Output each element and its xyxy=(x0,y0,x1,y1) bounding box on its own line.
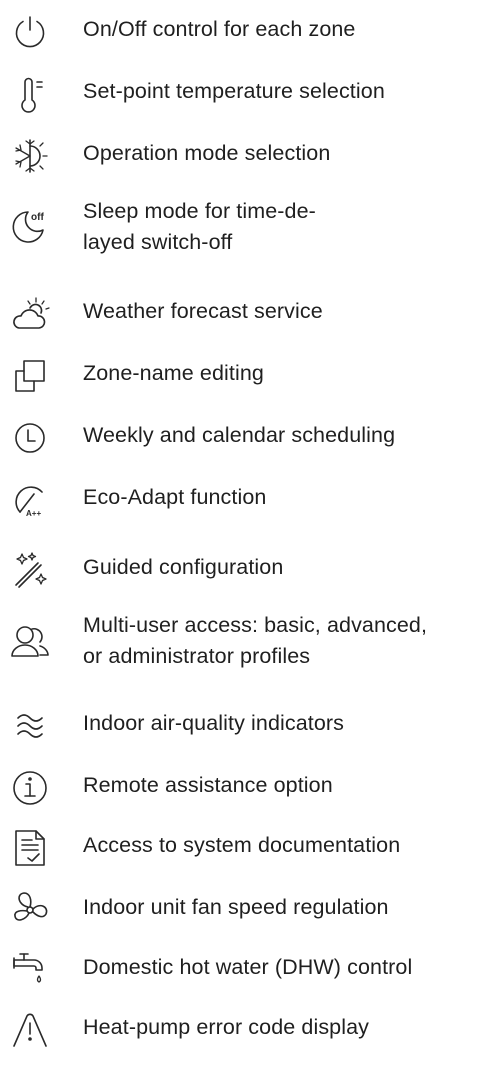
feature-label: Eco-Adapt function xyxy=(83,485,267,509)
feature-label: Operation mode selection xyxy=(83,141,331,165)
magic-wand-icon xyxy=(10,550,50,590)
feature-label: Weather forecast service xyxy=(83,299,323,323)
thermometer-icon xyxy=(10,74,50,114)
moon-off-icon: off xyxy=(10,206,50,246)
feature-label: Remote assistance option xyxy=(83,773,333,797)
users-icon xyxy=(10,622,50,662)
sun-snowflake-icon xyxy=(10,136,50,176)
air-waves-icon xyxy=(10,706,50,746)
copy-squares-icon xyxy=(10,356,50,396)
feature-label: Sleep mode for time-de- layed switch-off xyxy=(83,199,316,254)
feature-label: Multi-user access: basic, advanced, or a… xyxy=(83,613,428,668)
document-check-icon xyxy=(10,828,50,868)
moon-off-text: off xyxy=(31,212,44,223)
feature-label: Indoor air-quality indicators xyxy=(83,711,345,735)
feature-label: Zone-name editing xyxy=(83,361,264,385)
clock-icon xyxy=(10,418,50,458)
cloud-sun-icon xyxy=(10,294,50,334)
eco-gauge-icon: A++ xyxy=(10,480,50,520)
faucet-icon xyxy=(10,950,50,990)
feature-list: On/Off control for each zone Set-point t… xyxy=(0,0,502,1065)
fan-icon xyxy=(10,890,50,930)
feature-label: Indoor unit fan speed regulation xyxy=(83,895,389,919)
feature-label: Set-point temperature selection xyxy=(83,79,385,103)
warning-triangle-icon xyxy=(10,1010,50,1050)
feature-label: Weekly and calendar scheduling xyxy=(83,423,396,447)
feature-label: Guided configuration xyxy=(83,555,284,579)
feature-label: Access to system documentation xyxy=(83,833,401,857)
feature-label: On/Off control for each zone xyxy=(83,17,356,41)
eco-gauge-text: A++ xyxy=(26,509,41,518)
feature-label: Heat-pump error code display xyxy=(83,1015,370,1039)
feature-label: Domestic hot water (DHW) control xyxy=(83,955,413,979)
info-circle-icon xyxy=(10,768,50,808)
power-icon xyxy=(10,12,50,52)
